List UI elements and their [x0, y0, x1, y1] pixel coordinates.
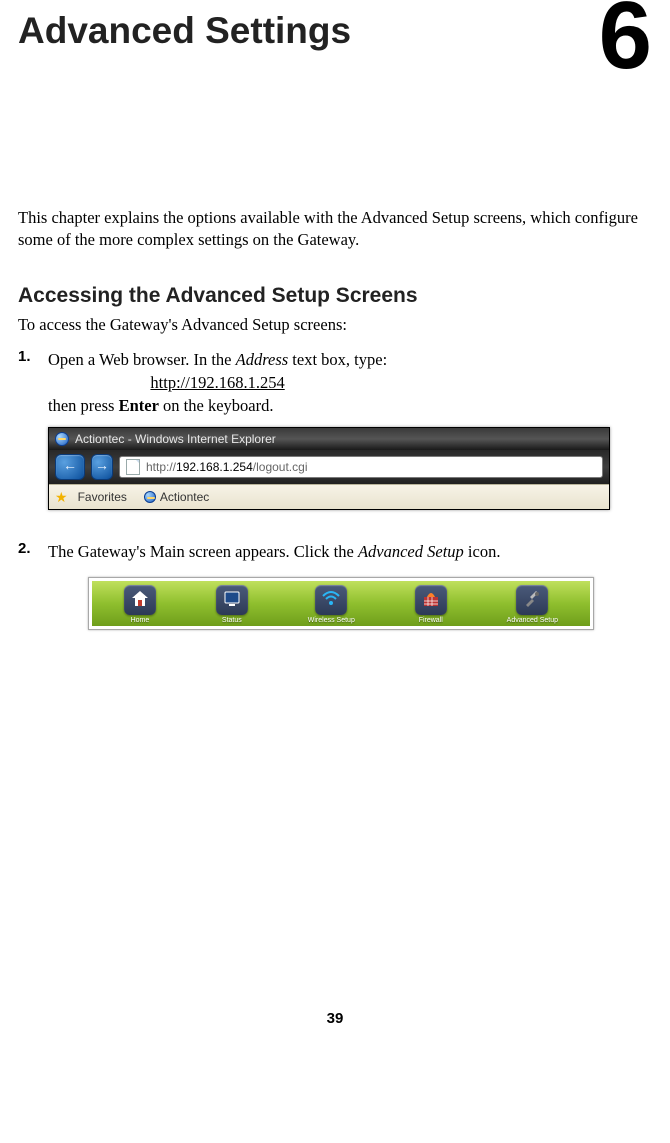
gateway-nav-screenshot: Home Status Wireless Setup Firewall: [88, 577, 594, 630]
nav-advanced-setup[interactable]: Advanced Setup: [507, 585, 558, 624]
page-number: 39: [18, 1010, 652, 1027]
text: Open a Web browser. In the: [48, 350, 236, 369]
nav-label: Wireless Setup: [308, 617, 355, 624]
text: The Gateway's Main screen appears. Click…: [48, 542, 358, 561]
ie-icon: [144, 491, 156, 503]
italic-text: Advanced Setup: [358, 542, 464, 561]
back-button[interactable]: ←: [55, 454, 85, 480]
url-line: http://192.168.1.254: [48, 371, 387, 394]
status-icon: [224, 591, 240, 609]
nav-firewall[interactable]: Firewall: [415, 585, 447, 624]
step-body: The Gateway's Main screen appears. Click…: [48, 540, 500, 563]
section-heading: Accessing the Advanced Setup Screens: [18, 284, 652, 308]
text: text box, type:: [288, 350, 387, 369]
step-number: 2.: [18, 540, 48, 557]
nav-label: Advanced Setup: [507, 617, 558, 624]
browser-toolbar: ← → http://192.168.1.254/logout.cgi: [49, 450, 609, 484]
addr-prefix: http://: [146, 460, 176, 474]
nav-label: Status: [222, 617, 242, 624]
text: icon.: [464, 542, 501, 561]
nav-wireless-setup[interactable]: Wireless Setup: [308, 585, 355, 624]
chapter-intro: This chapter explains the options availa…: [18, 207, 652, 252]
step-1: 1. Open a Web browser. In the Address te…: [18, 348, 652, 417]
favorites-label: Favorites: [78, 490, 127, 504]
wifi-icon: [322, 591, 340, 609]
arrow-right-icon: →: [95, 459, 109, 475]
addr-suffix: /logout.cgi: [253, 460, 308, 474]
favorites-bar: ★ Favorites Actiontec: [49, 484, 609, 509]
nav-home[interactable]: Home: [124, 585, 156, 624]
step-body: Open a Web browser. In the Address text …: [48, 348, 387, 417]
section-intro: To access the Gateway's Advanced Setup s…: [18, 314, 652, 336]
text: on the keyboard.: [159, 396, 274, 415]
browser-titlebar: Actiontec - Windows Internet Explorer: [49, 428, 609, 450]
text: then press: [48, 396, 119, 415]
addr-text: http://192.168.1.254/logout.cgi: [146, 460, 307, 474]
ie-icon: [55, 432, 69, 446]
page-icon: [126, 459, 140, 475]
italic-text: Address: [236, 350, 289, 369]
firewall-icon: [423, 591, 439, 609]
nav-status[interactable]: Status: [216, 585, 248, 624]
favorite-link[interactable]: Actiontec: [137, 488, 216, 506]
step-number: 1.: [18, 348, 48, 365]
tools-icon: [524, 591, 540, 609]
step-2: 2. The Gateway's Main screen appears. Cl…: [18, 540, 652, 563]
forward-button[interactable]: →: [91, 454, 113, 480]
chapter-number: 6: [599, 0, 652, 84]
bold-text: Enter: [119, 396, 159, 415]
arrow-left-icon: ←: [63, 459, 77, 475]
nav-label: Firewall: [419, 617, 443, 624]
address-bar[interactable]: http://192.168.1.254/logout.cgi: [119, 456, 603, 478]
chapter-title: Advanced Settings: [18, 10, 652, 52]
addr-host: 192.168.1.254: [176, 460, 253, 474]
home-icon: [131, 591, 149, 609]
nav-label: Home: [131, 617, 150, 624]
window-title-text: Actiontec - Windows Internet Explorer: [75, 432, 276, 446]
star-icon: ★: [55, 489, 68, 506]
favorite-link-label: Actiontec: [160, 490, 209, 504]
browser-screenshot: Actiontec - Windows Internet Explorer ← …: [48, 427, 652, 510]
